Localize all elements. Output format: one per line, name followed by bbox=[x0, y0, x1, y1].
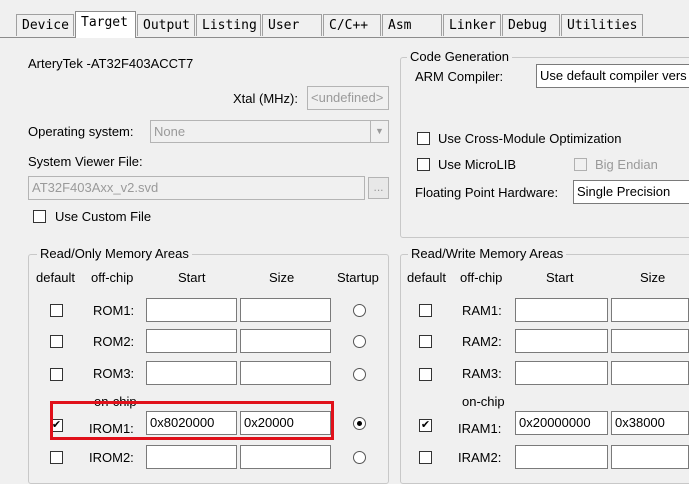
iram2-start-field[interactable] bbox=[515, 445, 608, 469]
iram2-label: IRAM2: bbox=[458, 450, 502, 465]
irom2-start-field[interactable] bbox=[146, 445, 237, 469]
xtal-field[interactable]: <undefined> bbox=[307, 86, 389, 110]
rom-group-title: Read/Only Memory Areas bbox=[37, 246, 192, 261]
sysview-label: System Viewer File: bbox=[28, 154, 143, 169]
compiler-select[interactable]: Use default compiler vers bbox=[536, 64, 689, 88]
tab-target[interactable]: Target bbox=[75, 11, 136, 38]
tab-listing[interactable]: Listing bbox=[196, 14, 261, 36]
code-generation-title: Code Generation bbox=[407, 49, 513, 64]
custom-file-label: Use Custom File bbox=[55, 209, 152, 224]
os-select[interactable]: None ▼ bbox=[150, 120, 389, 143]
rom3-start-field[interactable] bbox=[146, 361, 237, 385]
radio-selected-dot bbox=[357, 421, 362, 426]
rom1-default-checkbox[interactable] bbox=[50, 304, 63, 317]
highlight-box bbox=[50, 401, 334, 440]
rom-header-startup: Startup bbox=[337, 270, 379, 285]
tab-bar: Device Target Output Listing User C/C++ … bbox=[0, 0, 689, 38]
ram-onchip-label: on-chip bbox=[462, 394, 505, 409]
cross-module-checkbox[interactable] bbox=[417, 132, 430, 145]
cross-module-label: Use Cross-Module Optimization bbox=[438, 131, 622, 146]
rom-header-offchip: off-chip bbox=[91, 270, 134, 285]
big-endian-label: Big Endian bbox=[595, 157, 658, 172]
rom3-label: ROM3: bbox=[93, 366, 135, 381]
rom1-startup-radio[interactable] bbox=[353, 304, 366, 317]
ram-group-title: Read/Write Memory Areas bbox=[408, 246, 567, 261]
tab-debug[interactable]: Debug bbox=[502, 14, 560, 36]
ram1-label: RAM1: bbox=[462, 303, 502, 318]
ram2-default-checkbox[interactable] bbox=[419, 335, 432, 348]
ram3-start-field[interactable] bbox=[515, 361, 608, 385]
tab-user[interactable]: User bbox=[262, 14, 322, 36]
rom2-label: ROM2: bbox=[93, 334, 135, 349]
fp-select[interactable]: Single Precision bbox=[573, 180, 689, 204]
irom1-startup-radio[interactable] bbox=[353, 417, 366, 430]
irom2-label: IROM2: bbox=[89, 450, 134, 465]
custom-file-checkbox[interactable] bbox=[33, 210, 46, 223]
xtal-label: Xtal (MHz): bbox=[233, 91, 298, 106]
tab-output[interactable]: Output bbox=[137, 14, 195, 36]
chevron-down-icon: ▼ bbox=[370, 121, 388, 142]
rom1-start-field[interactable] bbox=[146, 298, 237, 322]
ram1-start-field[interactable] bbox=[515, 298, 608, 322]
rom3-default-checkbox[interactable] bbox=[50, 368, 63, 381]
compiler-label: ARM Compiler: bbox=[415, 69, 504, 84]
ram3-label: RAM3: bbox=[462, 366, 502, 381]
iram1-size-field[interactable]: 0x38000 bbox=[611, 411, 689, 435]
iram1-start-field[interactable]: 0x20000000 bbox=[515, 411, 608, 435]
rom2-start-field[interactable] bbox=[146, 329, 237, 353]
rom3-startup-radio[interactable] bbox=[353, 368, 366, 381]
ram1-default-checkbox[interactable] bbox=[419, 304, 432, 317]
ram-header-size: Size bbox=[640, 270, 666, 285]
fp-label: Floating Point Hardware: bbox=[415, 185, 559, 200]
microlib-checkbox[interactable] bbox=[417, 158, 430, 171]
tab-linker[interactable]: Linker bbox=[443, 14, 501, 36]
microlib-label: Use MicroLIB bbox=[438, 157, 517, 172]
iram1-label: IRAM1: bbox=[458, 421, 502, 436]
rom3-size-field[interactable] bbox=[240, 361, 331, 385]
os-value: None bbox=[154, 124, 186, 139]
rom2-startup-radio[interactable] bbox=[353, 335, 366, 348]
browse-button[interactable]: ... bbox=[368, 177, 389, 199]
ram-header-start: Start bbox=[546, 270, 574, 285]
os-label: Operating system: bbox=[28, 124, 134, 139]
ram2-size-field[interactable] bbox=[611, 329, 689, 353]
tab-utilities[interactable]: Utilities bbox=[561, 14, 643, 36]
irom2-default-checkbox[interactable] bbox=[50, 451, 63, 464]
irom2-size-field[interactable] bbox=[240, 445, 331, 469]
ram3-size-field[interactable] bbox=[611, 361, 689, 385]
ram3-default-checkbox[interactable] bbox=[419, 368, 432, 381]
sysview-field[interactable]: AT32F403Axx_v2.svd bbox=[28, 176, 365, 200]
rom1-label: ROM1: bbox=[93, 303, 135, 318]
tab-asm[interactable]: Asm bbox=[382, 14, 442, 36]
ram-header-offchip: off-chip bbox=[460, 270, 503, 285]
irom2-startup-radio[interactable] bbox=[353, 451, 366, 464]
device-name: ArteryTek -AT32F403ACCT7 bbox=[28, 56, 194, 71]
tab-cc[interactable]: C/C++ bbox=[323, 14, 381, 36]
rom2-default-checkbox[interactable] bbox=[50, 335, 63, 348]
rom-header-size: Size bbox=[269, 270, 295, 285]
rom-header-default: default bbox=[36, 270, 76, 285]
rom-header-start: Start bbox=[178, 270, 206, 285]
tab-device[interactable]: Device bbox=[16, 14, 74, 36]
ram2-start-field[interactable] bbox=[515, 329, 608, 353]
rom1-size-field[interactable] bbox=[240, 298, 331, 322]
ram2-label: RAM2: bbox=[462, 334, 502, 349]
big-endian-checkbox[interactable] bbox=[574, 158, 587, 171]
ram-header-default: default bbox=[407, 270, 447, 285]
rom2-size-field[interactable] bbox=[240, 329, 331, 353]
ram1-size-field[interactable] bbox=[611, 298, 689, 322]
iram2-size-field[interactable] bbox=[611, 445, 689, 469]
iram1-default-checkbox[interactable]: ✔ bbox=[419, 419, 432, 432]
iram2-default-checkbox[interactable] bbox=[419, 451, 432, 464]
